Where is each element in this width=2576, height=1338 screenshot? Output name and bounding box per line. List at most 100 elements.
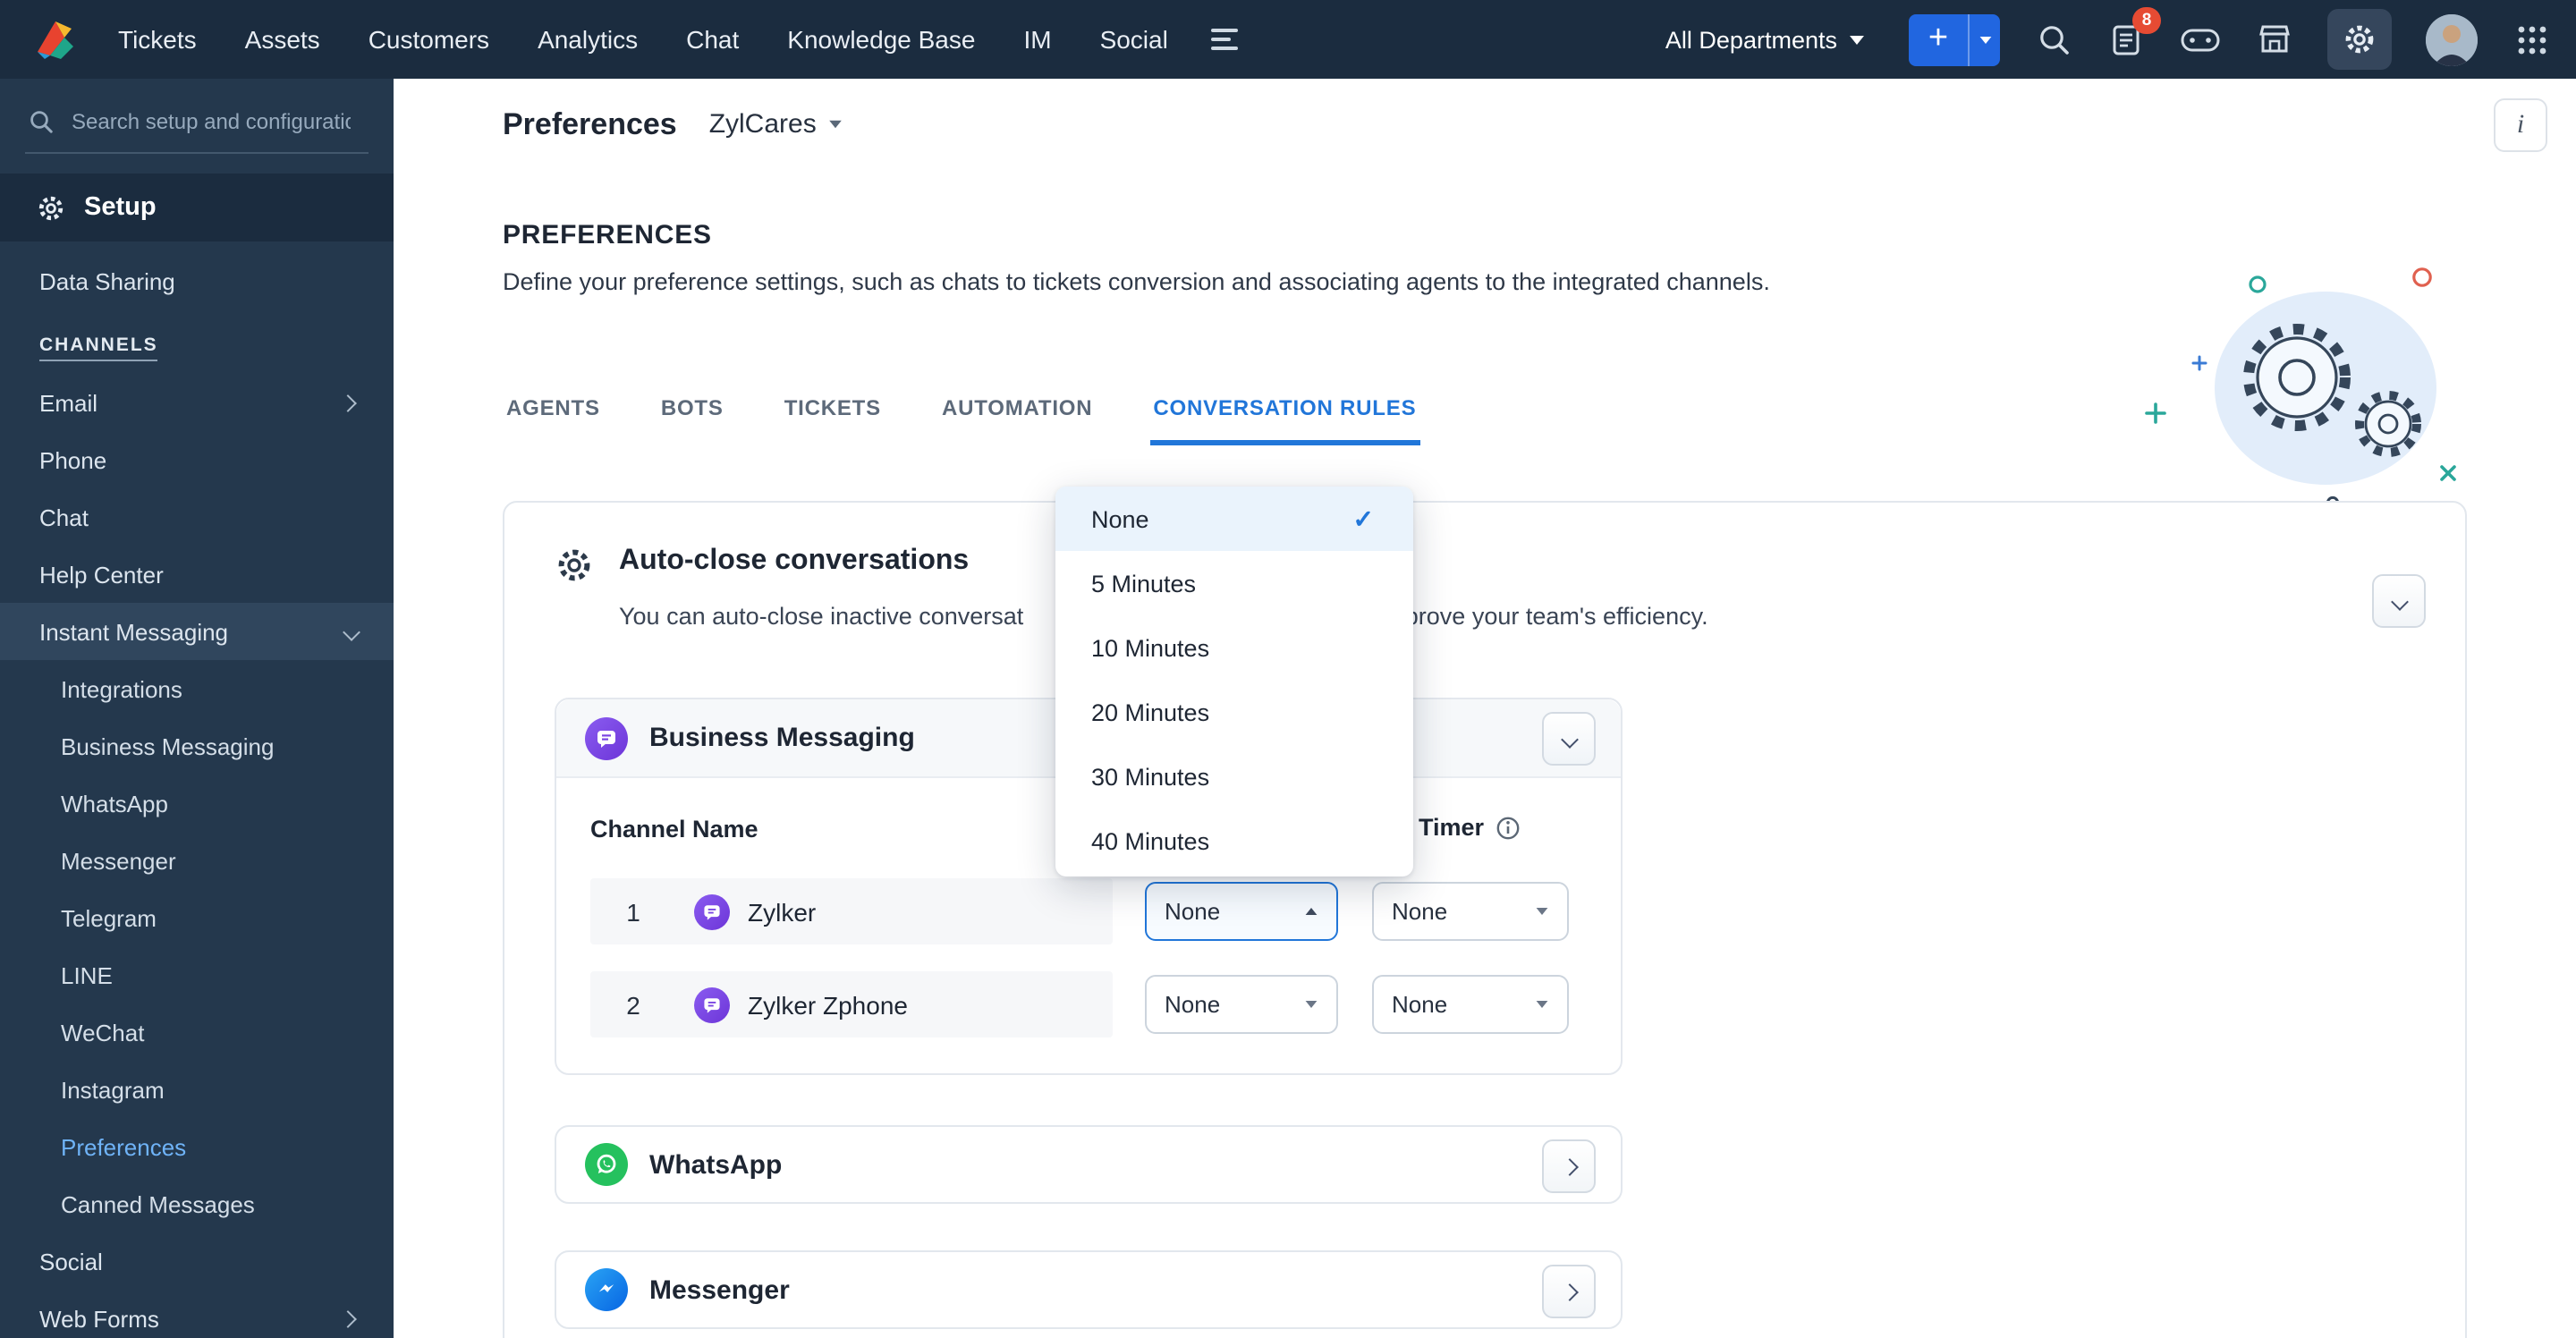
- gear-icon: [558, 549, 590, 581]
- channel-name: Zylker: [748, 897, 817, 926]
- sidebar-item-canned-messages[interactable]: Canned Messages: [0, 1175, 394, 1232]
- sidebar-setup-header[interactable]: Setup: [0, 174, 394, 241]
- sidebar-item-instant-messaging[interactable]: Instant Messaging: [0, 603, 394, 660]
- notifications-icon[interactable]: 8: [2107, 7, 2161, 59]
- sidebar-item-business-messaging[interactable]: Business Messaging: [0, 717, 394, 775]
- table-row: 1 Zylker None None: [590, 878, 1585, 944]
- timer-dropdown[interactable]: None: [1145, 975, 1338, 1034]
- timer-dropdown-open[interactable]: None: [1145, 882, 1338, 941]
- sidebar-item-integrations[interactable]: Integrations: [0, 660, 394, 717]
- sidebar-item-chat[interactable]: Chat: [0, 488, 394, 546]
- channel-name: Zylker Zphone: [748, 990, 908, 1019]
- tab-conversation-rules[interactable]: CONVERSATION RULES: [1149, 395, 1420, 445]
- user-avatar[interactable]: [2426, 13, 2478, 65]
- sidebar-item-telegram[interactable]: Telegram: [0, 889, 394, 946]
- collapse-panel-button[interactable]: [1542, 712, 1596, 766]
- column-header-channel-name: Channel Name: [590, 816, 758, 843]
- app-grid-icon[interactable]: [2512, 20, 2551, 59]
- whatsapp-icon: [585, 1143, 628, 1186]
- menu-option-30-minutes[interactable]: 30 Minutes: [1055, 744, 1413, 809]
- whatsapp-panel[interactable]: WhatsApp: [555, 1125, 1623, 1204]
- portal-selector[interactable]: ZylCares: [709, 109, 843, 140]
- department-selector[interactable]: All Departments: [1665, 26, 1864, 53]
- nav-item-tickets[interactable]: Tickets: [118, 25, 197, 54]
- chevron-down-icon: [2390, 592, 2408, 610]
- content-header: Preferences ZylCares i: [394, 79, 2576, 170]
- sidebar-item-whatsapp[interactable]: WhatsApp: [0, 775, 394, 832]
- sidebar-search-input[interactable]: [68, 106, 354, 135]
- channel-icon: [694, 987, 730, 1022]
- tab-bots[interactable]: BOTS: [657, 395, 727, 445]
- sidebar-item-data-sharing[interactable]: Data Sharing: [0, 252, 394, 309]
- whatsapp-label: WhatsApp: [649, 1149, 783, 1180]
- menu-option-5-minutes[interactable]: 5 Minutes: [1055, 551, 1413, 615]
- nav-item-im[interactable]: IM: [1023, 25, 1051, 54]
- search-icon: [30, 110, 53, 132]
- channel-icon: [694, 893, 730, 929]
- setup-label: Setup: [84, 193, 157, 222]
- info-icon: [1496, 816, 1519, 839]
- sidebar-item-instagram[interactable]: Instagram: [0, 1061, 394, 1118]
- nav-more-icon[interactable]: [1210, 29, 1238, 50]
- add-icon[interactable]: +: [1909, 13, 1968, 65]
- nav-item-social[interactable]: Social: [1100, 25, 1168, 54]
- quick-add-button[interactable]: +: [1909, 13, 2000, 65]
- info-button[interactable]: i: [2494, 98, 2547, 152]
- tab-automation[interactable]: AUTOMATION: [938, 395, 1096, 445]
- menu-option-20-minutes[interactable]: 20 Minutes: [1055, 680, 1413, 744]
- chevron-down-icon: [1560, 730, 1578, 748]
- nav-item-chat[interactable]: Chat: [686, 25, 739, 54]
- gear-icon: [38, 195, 64, 220]
- expand-messenger-button[interactable]: [1542, 1265, 1596, 1318]
- menu-option-none[interactable]: None ✓: [1055, 487, 1413, 551]
- timer-dropdown[interactable]: None: [1372, 882, 1569, 941]
- search-icon[interactable]: [2034, 20, 2073, 59]
- chevron-down-icon: [343, 622, 360, 640]
- nav-item-customers[interactable]: Customers: [369, 25, 489, 54]
- menu-option-10-minutes[interactable]: 10 Minutes: [1055, 615, 1413, 680]
- add-dropdown-arrow[interactable]: [1968, 13, 2000, 65]
- tab-tickets[interactable]: TICKETS: [781, 395, 885, 445]
- nav-item-analytics[interactable]: Analytics: [538, 25, 638, 54]
- sidebar-item-social[interactable]: Social: [0, 1232, 394, 1290]
- primary-nav: Tickets Assets Customers Analytics Chat …: [118, 25, 1168, 54]
- topbar-right-cluster: All Departments + 8: [1665, 7, 2551, 70]
- timer-dropdown[interactable]: None: [1372, 975, 1569, 1034]
- sidebar-item-wechat[interactable]: WeChat: [0, 1004, 394, 1061]
- department-label: All Departments: [1665, 26, 1837, 53]
- table-row: 2 Zylker Zphone None None: [590, 971, 1585, 1037]
- channel-name-cell: 1 Zylker: [590, 878, 1113, 944]
- nav-item-assets[interactable]: Assets: [245, 25, 320, 54]
- sidebar-item-help-center[interactable]: Help Center: [0, 546, 394, 603]
- nav-item-knowledge-base[interactable]: Knowledge Base: [787, 25, 975, 54]
- sidebar-search[interactable]: [25, 100, 369, 154]
- row-number: 1: [626, 897, 640, 926]
- chevron-down-icon: [1536, 1001, 1548, 1008]
- collapse-section-button[interactable]: [2372, 574, 2426, 628]
- setup-sidebar: Setup Data Sharing CHANNELS Email Phone …: [0, 79, 394, 1338]
- sidebar-item-preferences[interactable]: Preferences: [0, 1118, 394, 1175]
- messenger-panel[interactable]: Messenger: [555, 1250, 1623, 1329]
- auto-close-card: Auto-close conversations You can auto-cl…: [503, 501, 2467, 1338]
- auto-close-title: Auto-close conversations: [619, 546, 970, 576]
- auto-close-description: You can auto-close inactive conversat mpr…: [619, 603, 1708, 630]
- menu-option-40-minutes[interactable]: 40 Minutes: [1055, 809, 1413, 873]
- sidebar-item-line[interactable]: LINE: [0, 946, 394, 1004]
- chevron-up-icon: [1305, 908, 1318, 915]
- sidebar-item-email[interactable]: Email: [0, 374, 394, 431]
- sidebar-item-web-forms[interactable]: Web Forms: [0, 1290, 394, 1338]
- expand-whatsapp-button[interactable]: [1542, 1139, 1596, 1193]
- gears-illustration: [2132, 259, 2472, 519]
- marketplace-icon[interactable]: [2254, 20, 2293, 59]
- column-header-timer: Timer: [1419, 814, 1520, 841]
- chevron-right-icon: [1560, 1157, 1578, 1175]
- sidebar-item-messenger[interactable]: Messenger: [0, 832, 394, 889]
- tab-agents[interactable]: AGENTS: [503, 395, 604, 445]
- settings-gear-icon[interactable]: [2327, 9, 2392, 70]
- business-messaging-icon: [585, 716, 628, 759]
- sidebar-section-channels: CHANNELS: [0, 320, 394, 374]
- zoho-desk-logo-icon[interactable]: [32, 16, 79, 63]
- section-title: PREFERENCES: [503, 220, 712, 250]
- gamification-icon[interactable]: [2181, 20, 2220, 59]
- sidebar-item-phone[interactable]: Phone: [0, 431, 394, 488]
